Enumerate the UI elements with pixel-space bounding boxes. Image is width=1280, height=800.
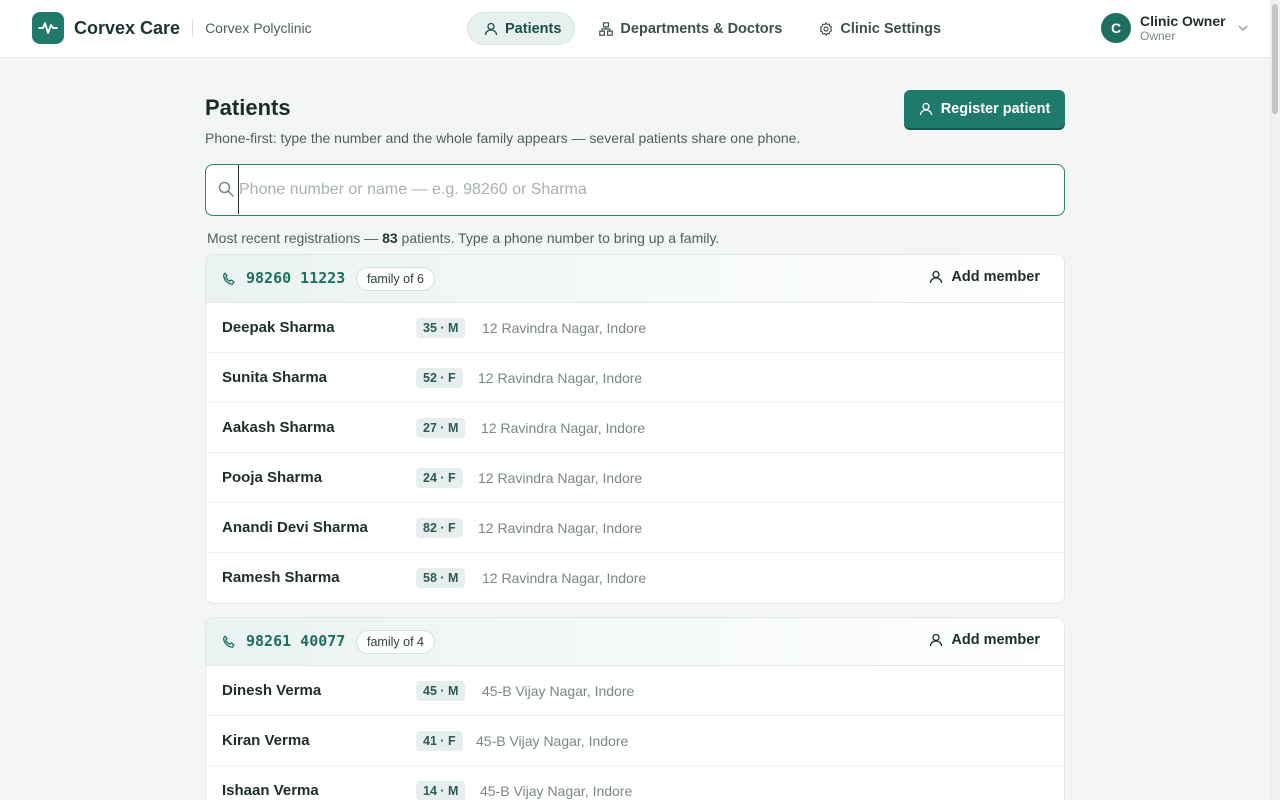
- patient-address: 45-B Vijay Nagar, Indore: [482, 683, 635, 699]
- add-member-button[interactable]: Add member: [929, 269, 1040, 285]
- age-sex-badge: 27 · M: [416, 418, 466, 438]
- main-nav: Patients Departments & Doctors Clinic Se…: [467, 12, 962, 45]
- patient-name: Kiran Verma: [222, 732, 310, 749]
- age-sex-badge: 14 · M: [416, 781, 466, 800]
- page-subtitle: Phone-first: type the number and the who…: [205, 130, 801, 146]
- patient-address: 12 Ravindra Nagar, Indore: [482, 320, 647, 336]
- patient-name: Ishaan Verma: [222, 782, 319, 799]
- patient-name: Deepak Sharma: [222, 319, 335, 336]
- patient-row[interactable]: Ramesh Sharma 58 · M 12 Ravindra Nagar, …: [206, 553, 1064, 603]
- user-plus-icon: [919, 102, 932, 116]
- patient-address: 45-B Vijay Nagar, Indore: [480, 783, 633, 799]
- gear-icon: [820, 21, 833, 36]
- patient-row[interactable]: Pooja Sharma 24 · F 12 Ravindra Nagar, I…: [206, 453, 1064, 503]
- results-summary: Most recent registrations — 83 patients.…: [207, 230, 720, 246]
- patient-address: 12 Ravindra Nagar, Indore: [478, 370, 643, 386]
- avatar: C: [1101, 13, 1131, 43]
- scrollbar-thumb[interactable]: [1272, 4, 1278, 114]
- user-icon: [484, 22, 498, 35]
- brand-divider: [192, 19, 194, 37]
- patient-name: Sunita Sharma: [222, 369, 328, 386]
- patient-address: 12 Ravindra Nagar, Indore: [481, 420, 646, 436]
- patient-row[interactable]: Kiran Verma 41 · F 45-B Vijay Nagar, Ind…: [206, 716, 1064, 766]
- patient-row[interactable]: Anandi Devi Sharma 82 · F 12 Ravindra Na…: [206, 503, 1064, 553]
- add-member-label: Add member: [951, 269, 1040, 285]
- age-sex-badge: 82 · F: [416, 518, 463, 538]
- family-phone[interactable]: 98260 11223: [246, 269, 345, 287]
- register-patient-label: Register patient: [940, 101, 1051, 117]
- family-size-badge: family of 6: [356, 267, 435, 291]
- patient-name: Pooja Sharma: [222, 469, 323, 486]
- family-header: 98260 11223 family of 6 Add member: [206, 255, 1064, 303]
- patient-count: 83: [382, 230, 398, 246]
- search-icon: [218, 181, 234, 197]
- patient-name: Dinesh Verma: [222, 682, 322, 699]
- nav-departments-label: Departments & Doctors: [620, 20, 783, 37]
- register-patient-button[interactable]: Register patient: [904, 90, 1065, 128]
- patient-row[interactable]: Deepak Sharma 35 · M 12 Ravindra Nagar, …: [206, 303, 1064, 353]
- top-header: Corvex Care Corvex Polyclinic Patients D…: [0, 0, 1270, 58]
- page-scrollbar[interactable]: [1270, 0, 1280, 800]
- patient-row[interactable]: Sunita Sharma 52 · F 12 Ravindra Nagar, …: [206, 353, 1064, 403]
- age-sex-badge: 52 · F: [416, 368, 463, 388]
- age-sex-badge: 24 · F: [416, 468, 463, 488]
- age-sex-badge: 41 · F: [416, 731, 463, 751]
- patient-name: Aakash Sharma: [222, 419, 335, 436]
- family-phone[interactable]: 98261 40077: [246, 632, 345, 650]
- family-header: 98261 40077 family of 4 Add member: [206, 618, 1064, 666]
- patient-row[interactable]: Dinesh Verma 45 · M 45-B Vijay Nagar, In…: [206, 666, 1064, 716]
- phone-icon: [222, 272, 235, 285]
- patient-row[interactable]: Ishaan Verma 14 · M 45-B Vijay Nagar, In…: [206, 766, 1064, 800]
- brand-name: Corvex Care: [74, 17, 181, 38]
- family-card: 98260 11223 family of 6 Add member Deepa…: [205, 254, 1065, 604]
- age-sex-badge: 58 · M: [416, 568, 466, 588]
- page-title: Patients: [205, 95, 291, 120]
- nav-clinic-settings[interactable]: Clinic Settings: [803, 12, 954, 45]
- patient-name: Ramesh Sharma: [222, 569, 340, 586]
- brand[interactable]: Corvex Care Corvex Polyclinic: [32, 12, 312, 44]
- chevron-down-icon: [1238, 25, 1248, 31]
- user-role: Owner: [1140, 29, 1176, 43]
- nav-patients-label: Patients: [505, 20, 562, 37]
- user-name: Clinic Owner: [1140, 13, 1226, 29]
- family-card: 98261 40077 family of 4 Add member Dines…: [205, 617, 1065, 800]
- user-menu[interactable]: C Clinic Owner Owner: [1101, 13, 1248, 43]
- patient-address: 12 Ravindra Nagar, Indore: [478, 470, 643, 486]
- hierarchy-icon: [599, 21, 614, 36]
- age-sex-badge: 45 · M: [416, 681, 466, 701]
- phone-icon: [222, 635, 235, 648]
- add-member-button[interactable]: Add member: [929, 632, 1040, 648]
- user-icon: [930, 270, 943, 284]
- family-size-badge: family of 4: [356, 630, 435, 654]
- patient-address: 12 Ravindra Nagar, Indore: [482, 570, 647, 586]
- heartbeat-logo-icon: [32, 12, 64, 44]
- age-sex-badge: 35 · M: [416, 318, 466, 338]
- nav-departments-doctors[interactable]: Departments & Doctors: [583, 12, 795, 45]
- add-member-label: Add member: [951, 632, 1040, 648]
- patient-row[interactable]: Aakash Sharma 27 · M 12 Ravindra Nagar, …: [206, 403, 1064, 453]
- search-input[interactable]: [238, 165, 1048, 214]
- nav-patients[interactable]: Patients: [467, 12, 576, 45]
- patient-name: Anandi Devi Sharma: [222, 519, 368, 536]
- user-icon: [930, 633, 943, 647]
- patient-address: 12 Ravindra Nagar, Indore: [478, 520, 643, 536]
- clinic-name: Corvex Polyclinic: [205, 20, 312, 36]
- search-box[interactable]: [205, 164, 1065, 216]
- patient-address: 45-B Vijay Nagar, Indore: [476, 733, 629, 749]
- nav-settings-label: Clinic Settings: [840, 20, 942, 37]
